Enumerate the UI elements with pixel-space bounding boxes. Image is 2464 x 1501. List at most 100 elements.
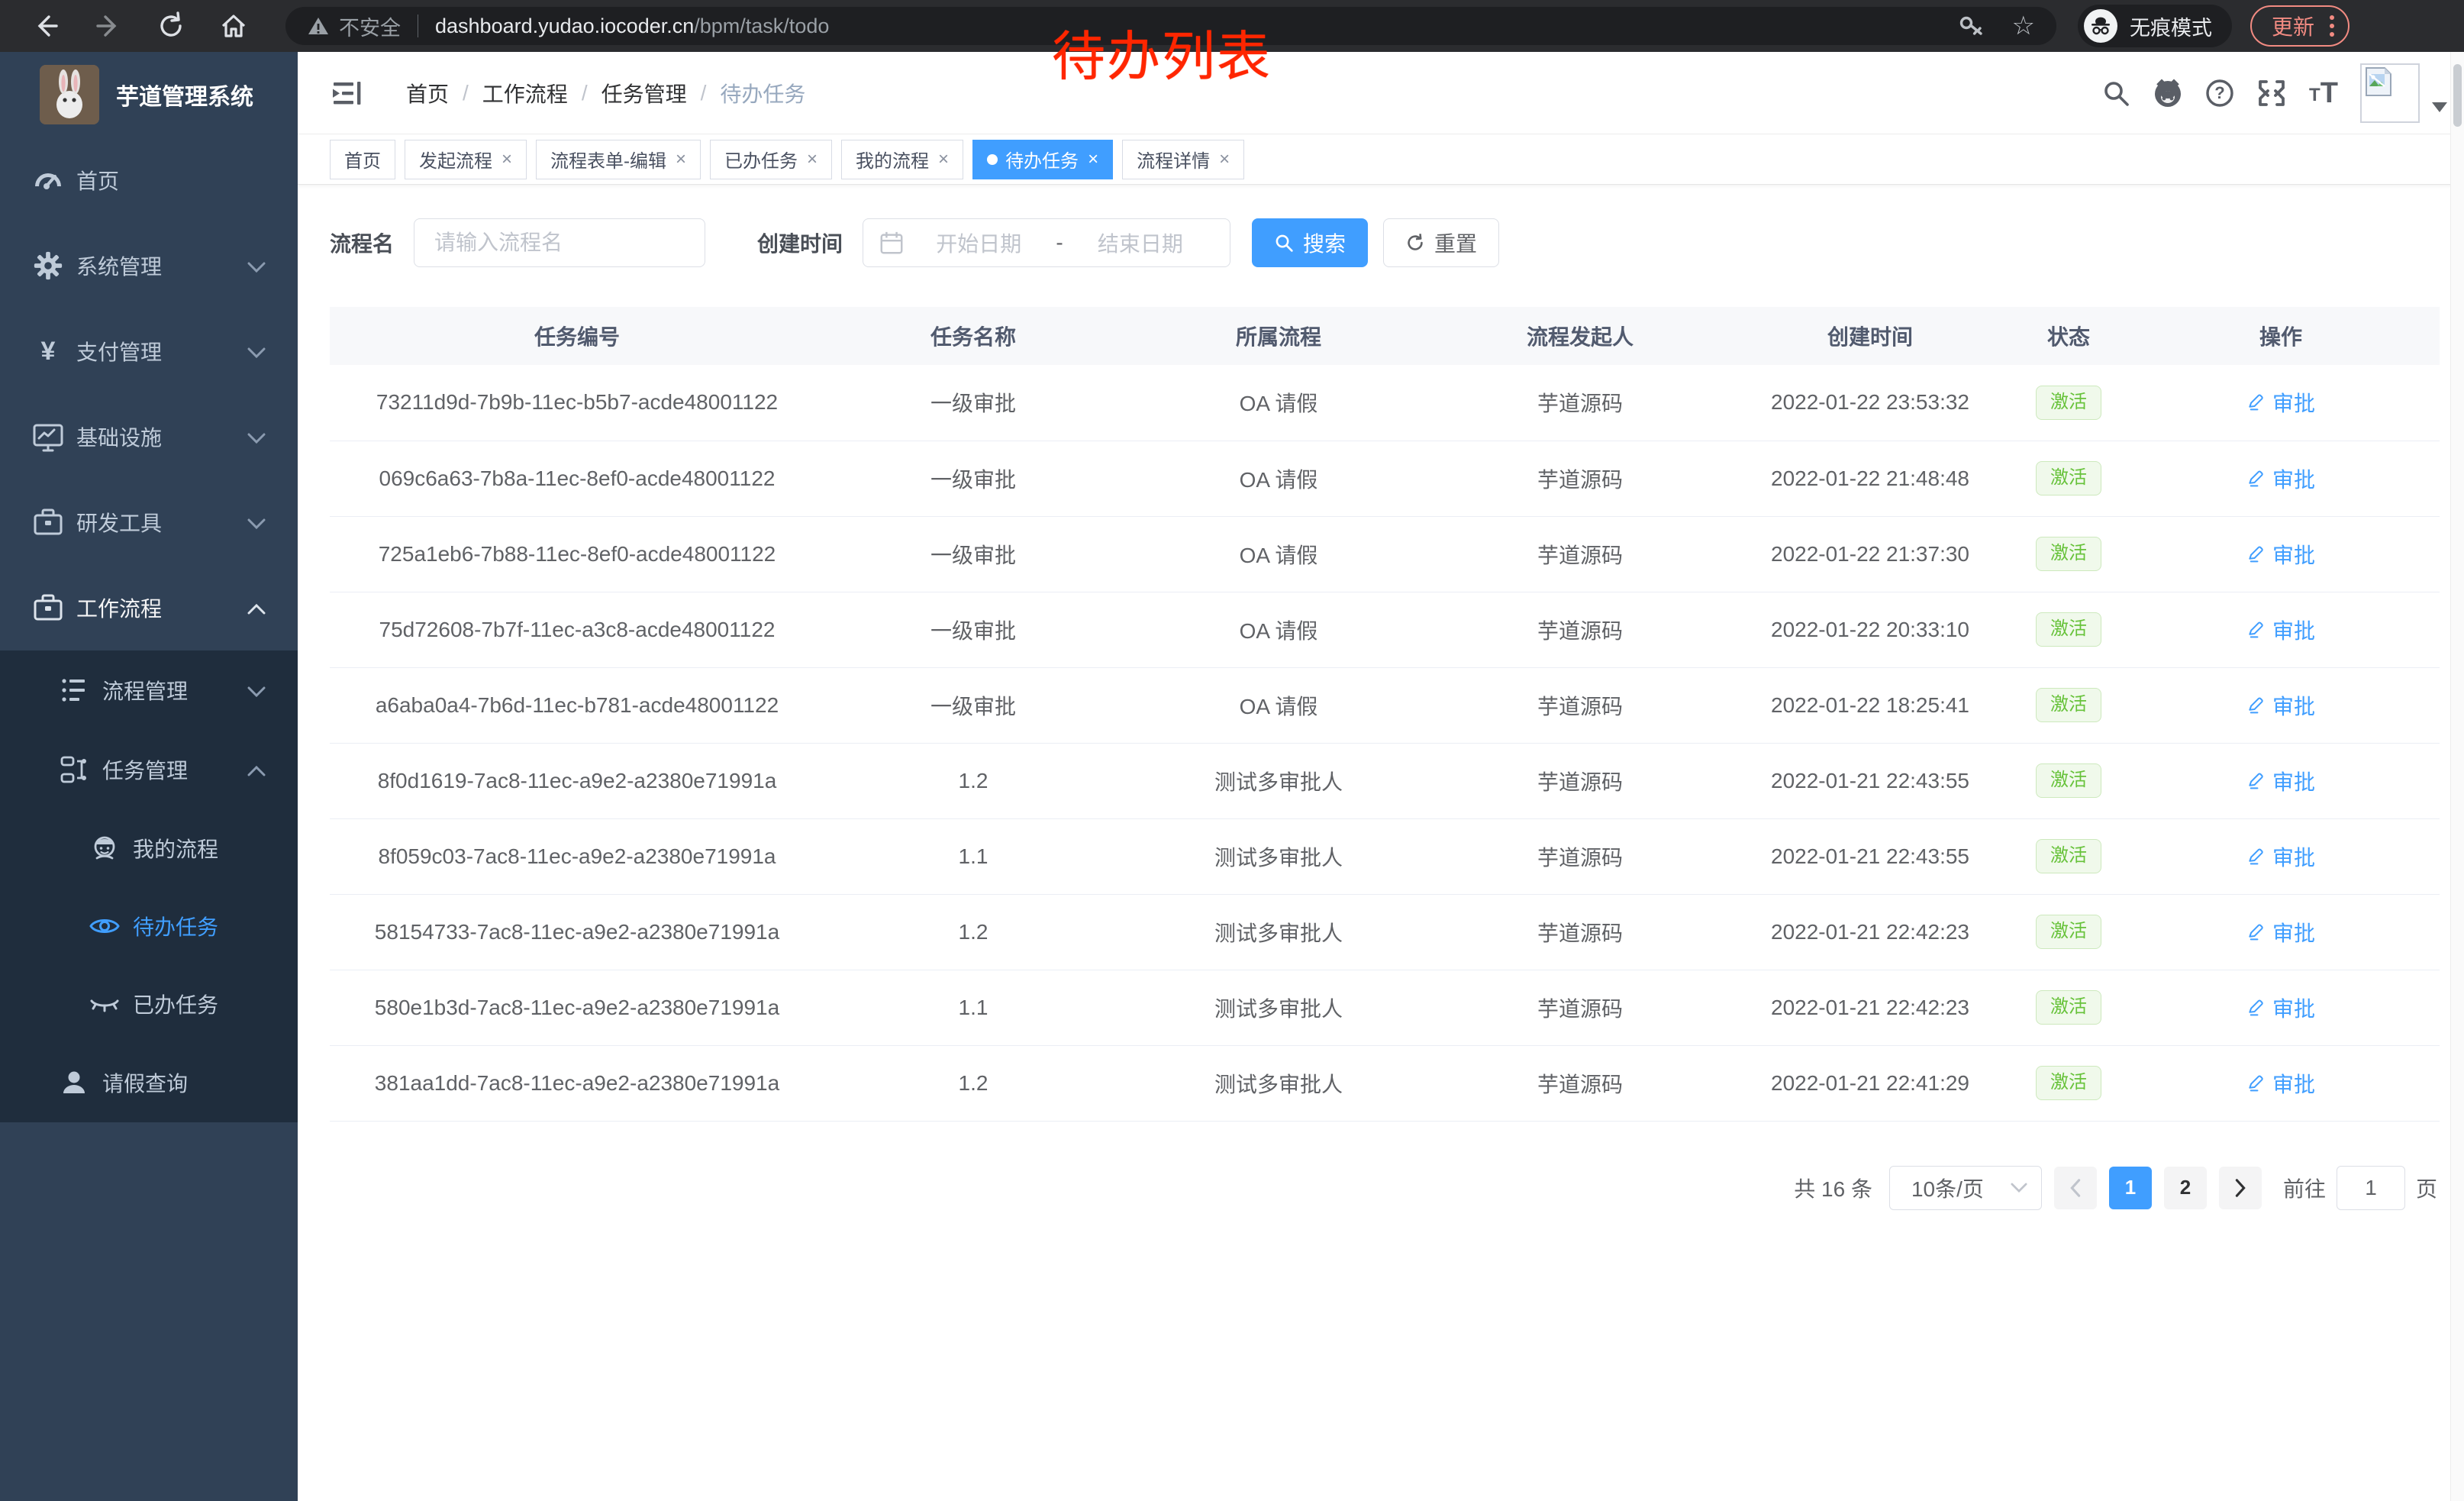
cell-create-time: 2022-01-21 22:43:55: [1725, 743, 2015, 818]
browser-menu-icon[interactable]: [2330, 15, 2334, 37]
cell-create-time: 2022-01-21 22:42:23: [1725, 970, 2015, 1045]
tab-my-process[interactable]: 我的流程 ×: [841, 140, 963, 179]
github-icon[interactable]: [2142, 76, 2194, 110]
password-key-icon[interactable]: [1957, 11, 1986, 40]
reset-button[interactable]: 重置: [1383, 218, 1499, 267]
avatar-dropdown-caret[interactable]: [2432, 102, 2447, 112]
cell-task-name: 1.2: [824, 894, 1122, 970]
breadcrumb-workflow[interactable]: 工作流程: [482, 78, 568, 108]
sidebar-item-leave-query[interactable]: 请假查询: [0, 1043, 298, 1122]
approve-link[interactable]: 审批: [2246, 841, 2315, 872]
approve-link[interactable]: 审批: [2246, 766, 2315, 796]
search-icon: [1274, 233, 1294, 253]
goto-page-input[interactable]: [2337, 1166, 2405, 1210]
breadcrumb-task-mgmt[interactable]: 任务管理: [601, 78, 687, 108]
site-security-chip[interactable]: 不安全: [307, 11, 401, 41]
approve-link[interactable]: 审批: [2246, 993, 2315, 1023]
cell-task-name: 一级审批: [824, 667, 1122, 743]
edit-icon: [2246, 1073, 2266, 1093]
search-button[interactable]: 搜索: [1252, 218, 1368, 267]
sidebar-item-task-mgmt[interactable]: 任务管理: [0, 730, 298, 809]
col-task-name: 任务名称: [824, 307, 1122, 365]
cell-starter: 芋道源码: [1435, 365, 1725, 441]
tab-home[interactable]: 首页: [330, 140, 395, 179]
help-icon[interactable]: ?: [2194, 77, 2246, 109]
tab-form-edit[interactable]: 流程表单-编辑×: [536, 140, 701, 179]
close-icon[interactable]: ×: [676, 149, 686, 170]
approve-link-label: 审批: [2272, 766, 2315, 796]
sidebar-item-done-tasks[interactable]: 已办任务: [0, 965, 298, 1043]
tab-start-process[interactable]: 发起流程×: [405, 140, 527, 179]
browser-update-button[interactable]: 更新: [2250, 5, 2350, 47]
table-header-row: 任务编号 任务名称 所属流程 流程发起人 创建时间 状态 操作: [330, 307, 2440, 365]
close-icon[interactable]: ×: [807, 149, 818, 170]
sidebar-item-infra[interactable]: 基础设施: [0, 394, 298, 479]
sidebar-item-label: 研发工具: [76, 507, 162, 537]
approve-link[interactable]: 审批: [2246, 615, 2315, 645]
app-logo-row[interactable]: 芋道管理系统: [0, 52, 298, 137]
edit-icon: [2246, 544, 2266, 564]
sidebar-item-process-mgmt[interactable]: 流程管理: [0, 650, 298, 730]
cell-create-time: 2022-01-22 18:25:41: [1725, 667, 2015, 743]
tab-todo-tasks[interactable]: 待办任务×: [972, 140, 1113, 179]
search-icon[interactable]: [2090, 78, 2142, 108]
page-size-select[interactable]: 10条/页: [1889, 1166, 2042, 1210]
sidebar-item-workflow[interactable]: 工作流程: [0, 565, 298, 650]
browser-reload-icon[interactable]: [154, 9, 188, 43]
approve-link[interactable]: 审批: [2246, 463, 2315, 494]
process-name-input[interactable]: [414, 218, 705, 267]
sidebar-menu: 首页 系统管理 ¥ 支付管理 基础设施 研发工具: [0, 137, 298, 1122]
chevron-down-icon: [247, 424, 266, 449]
close-icon[interactable]: ×: [1088, 149, 1098, 170]
sidebar-item-my-process[interactable]: 我的流程: [0, 809, 298, 887]
cell-task-name: 1.2: [824, 1045, 1122, 1121]
status-badge: 激活: [2036, 537, 2101, 571]
table-row: 58154733-7ac8-11ec-a9e2-a2380e71991a 1.2…: [330, 894, 2440, 970]
approve-link[interactable]: 审批: [2246, 917, 2315, 947]
close-icon[interactable]: ×: [502, 149, 512, 170]
sidebar-item-system[interactable]: 系统管理: [0, 223, 298, 308]
sidebar-item-todo-tasks[interactable]: 待办任务: [0, 887, 298, 965]
close-icon[interactable]: ×: [1219, 149, 1230, 170]
page-2-button[interactable]: 2: [2164, 1167, 2207, 1209]
sidebar-item-home[interactable]: 首页: [0, 137, 298, 223]
sidebar-item-label: 系统管理: [76, 250, 162, 281]
scrollbar-thumb[interactable]: [2453, 64, 2462, 127]
tab-label: 我的流程: [856, 146, 929, 173]
browser-back-icon[interactable]: [29, 9, 63, 43]
page-1-button[interactable]: 1: [2109, 1167, 2152, 1209]
date-range-picker[interactable]: 开始日期 - 结束日期: [863, 218, 1230, 267]
bookmark-star-icon[interactable]: ☆: [2012, 13, 2035, 39]
approve-link[interactable]: 审批: [2246, 690, 2315, 721]
approve-link[interactable]: 审批: [2246, 539, 2315, 570]
person-face-icon: [87, 832, 122, 864]
sidebar-item-payment[interactable]: ¥ 支付管理: [0, 308, 298, 394]
avatar[interactable]: [2360, 63, 2420, 123]
edit-icon: [2246, 771, 2266, 791]
sidebar-item-devtools[interactable]: 研发工具: [0, 479, 298, 565]
cell-create-time: 2022-01-22 23:53:32: [1725, 365, 2015, 441]
font-size-icon[interactable]: TT: [2298, 80, 2350, 106]
update-label: 更新: [2272, 11, 2314, 41]
next-page-button[interactable]: [2219, 1167, 2262, 1209]
fullscreen-icon[interactable]: [2246, 77, 2298, 109]
sidebar-collapse-icon[interactable]: [330, 76, 363, 110]
browser-forward-icon[interactable]: [92, 9, 125, 43]
breadcrumb-home[interactable]: 首页: [406, 78, 449, 108]
prev-page-button[interactable]: [2054, 1167, 2097, 1209]
tab-process-detail[interactable]: 流程详情×: [1122, 140, 1244, 179]
header-actions: ? TT: [2090, 52, 2464, 134]
page-scrollbar[interactable]: [2450, 52, 2464, 1501]
edit-icon: [2246, 922, 2266, 942]
chevron-down-icon: [247, 339, 266, 363]
browser-home-icon[interactable]: [217, 9, 250, 43]
url-text: dashboard.yudao.iocoder.cn/bpm/task/todo: [435, 15, 829, 38]
cell-create-time: 2022-01-21 22:41:29: [1725, 1045, 2015, 1121]
approve-link-label: 审批: [2272, 387, 2315, 418]
approve-link[interactable]: 审批: [2246, 1068, 2315, 1099]
tab-done-tasks[interactable]: 已办任务×: [710, 140, 832, 179]
approve-link-label: 审批: [2272, 539, 2315, 570]
approve-link[interactable]: 审批: [2246, 387, 2315, 418]
close-icon[interactable]: ×: [938, 149, 949, 170]
cell-task-name: 1.1: [824, 970, 1122, 1045]
